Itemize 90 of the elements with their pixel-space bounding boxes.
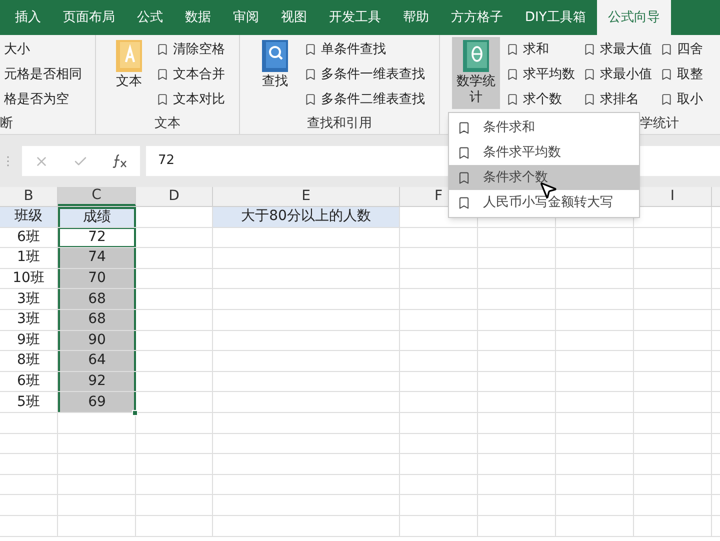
- ribbon-tab[interactable]: 公式向导: [596, 0, 671, 35]
- table-cell-text: 70: [88, 269, 106, 288]
- table-cell-text: 9班: [17, 330, 40, 350]
- table-cell-text: 3班: [17, 290, 40, 309]
- ribbon-command[interactable]: 求平均数: [523, 64, 575, 84]
- ribbon-tab[interactable]: 方方格子: [440, 0, 514, 35]
- ribbon-command[interactable]: 求排名: [600, 90, 639, 110]
- ribbon-tab[interactable]: 帮助: [392, 0, 440, 35]
- ribbon-command[interactable]: 文本合并: [173, 64, 225, 84]
- group-label: 学统计: [640, 116, 679, 131]
- column-header[interactable]: B: [24, 186, 34, 207]
- bookmark-icon: [583, 43, 596, 56]
- bookmark-icon: [506, 68, 519, 81]
- table-cell-text: 1班: [17, 248, 40, 268]
- ribbon-command[interactable]: 多条件二维表查找: [321, 90, 425, 110]
- table-cell-text: 68: [88, 290, 106, 309]
- table-cell-text: 3班: [17, 310, 40, 330]
- bookmark-icon: [506, 43, 519, 56]
- theta-book-icon: [463, 40, 489, 72]
- table-cell-text: 92: [88, 372, 106, 392]
- table-cell-text: 6班: [17, 372, 40, 392]
- bookmark-icon: [304, 68, 317, 81]
- ribbon-command[interactable]: 单条件查找: [321, 40, 386, 60]
- table-cell-text: 班级: [14, 207, 42, 226]
- ribbon-command[interactable]: 四舍: [677, 40, 703, 60]
- bookmark-icon: [304, 93, 317, 106]
- ribbon-command[interactable]: 元格是否相同: [4, 64, 82, 84]
- magnifier-book-icon: [262, 40, 288, 72]
- bookmark-icon: [660, 93, 673, 106]
- ribbon-tab[interactable]: 开发工具: [318, 0, 392, 35]
- ribbon-command[interactable]: 取整: [677, 64, 703, 84]
- group-label: 文本: [154, 116, 180, 131]
- table-cell-text: 64: [88, 351, 106, 370]
- bookmark-icon: [506, 93, 519, 106]
- group-label: 查找和引用: [307, 116, 372, 131]
- table-cell-text: 69: [88, 392, 106, 412]
- ribbon-command[interactable]: 大小: [4, 40, 30, 60]
- bookmark-icon: [660, 68, 673, 81]
- function-icon[interactable]: [112, 154, 128, 168]
- ribbon-big-button[interactable]: 数学统 计: [452, 37, 500, 109]
- ribbon-tab[interactable]: DIY工具箱: [514, 0, 597, 35]
- table-cell-text: 8班: [17, 351, 40, 370]
- menu-item[interactable]: 条件求个数: [449, 165, 639, 190]
- bookmark-icon: [457, 196, 471, 210]
- table-cell-text: 大于80分以上的人数: [241, 207, 371, 226]
- ribbon-command[interactable]: 求最小值: [600, 64, 652, 84]
- ribbon-tab[interactable]: 插入: [4, 0, 52, 35]
- column-header[interactable]: C: [92, 185, 102, 206]
- table-cell-text: 10班: [12, 269, 44, 288]
- bookmark-icon: [156, 93, 169, 106]
- ribbon-tab[interactable]: 公式: [126, 0, 174, 35]
- ribbon-command[interactable]: 求最大值: [600, 40, 652, 60]
- ribbon-command[interactable]: 清除空格: [173, 40, 225, 60]
- table-cell-text: 72: [88, 228, 106, 247]
- column-header[interactable]: D: [168, 186, 180, 207]
- table-cell-text: 90: [88, 330, 106, 350]
- table-cell-text: 5班: [17, 392, 40, 412]
- ribbon-command[interactable]: 求和: [523, 40, 549, 60]
- column-header[interactable]: E: [302, 186, 310, 207]
- ribbon-command[interactable]: 多条件一维表查找: [321, 64, 425, 84]
- ribbon-command[interactable]: 文本对比: [173, 90, 225, 110]
- ribbon-command[interactable]: 格是否为空: [4, 90, 69, 110]
- ribbon-tab[interactable]: 数据: [174, 0, 222, 35]
- bookmark-icon: [457, 146, 471, 160]
- ribbon-command[interactable]: 取小: [677, 90, 703, 110]
- table-cell-text: 74: [88, 248, 106, 268]
- letter-a-book-icon: [116, 40, 142, 72]
- group-label: 断: [0, 116, 13, 131]
- column-header[interactable]: F: [434, 186, 443, 207]
- table-cell-text: 6班: [17, 228, 40, 247]
- bookmark-icon: [583, 68, 596, 81]
- ribbon-big-button[interactable]: 查找: [256, 37, 294, 109]
- menu-item[interactable]: 条件求和: [449, 115, 639, 140]
- bookmark-icon: [156, 43, 169, 56]
- ribbon-command[interactable]: 求个数: [523, 90, 562, 110]
- bookmark-icon: [156, 68, 169, 81]
- ribbon-tab[interactable]: 审阅: [222, 0, 270, 35]
- ribbon-tab[interactable]: 视图: [270, 0, 318, 35]
- ribbon-big-button[interactable]: 文本: [112, 37, 146, 109]
- bookmark-icon: [660, 43, 673, 56]
- fill-handle[interactable]: [132, 410, 138, 416]
- table-cell-text: 68: [88, 310, 106, 330]
- column-header[interactable]: I: [670, 186, 675, 207]
- ribbon-tab[interactable]: 页面布局: [52, 0, 126, 35]
- grip-handle: ⋮: [2, 153, 15, 170]
- table-cell-text: 成绩: [83, 208, 111, 228]
- bookmark-icon: [457, 120, 471, 134]
- bookmark-icon: [304, 43, 317, 56]
- bookmark-icon: [457, 170, 471, 184]
- bookmark-icon: [583, 93, 596, 106]
